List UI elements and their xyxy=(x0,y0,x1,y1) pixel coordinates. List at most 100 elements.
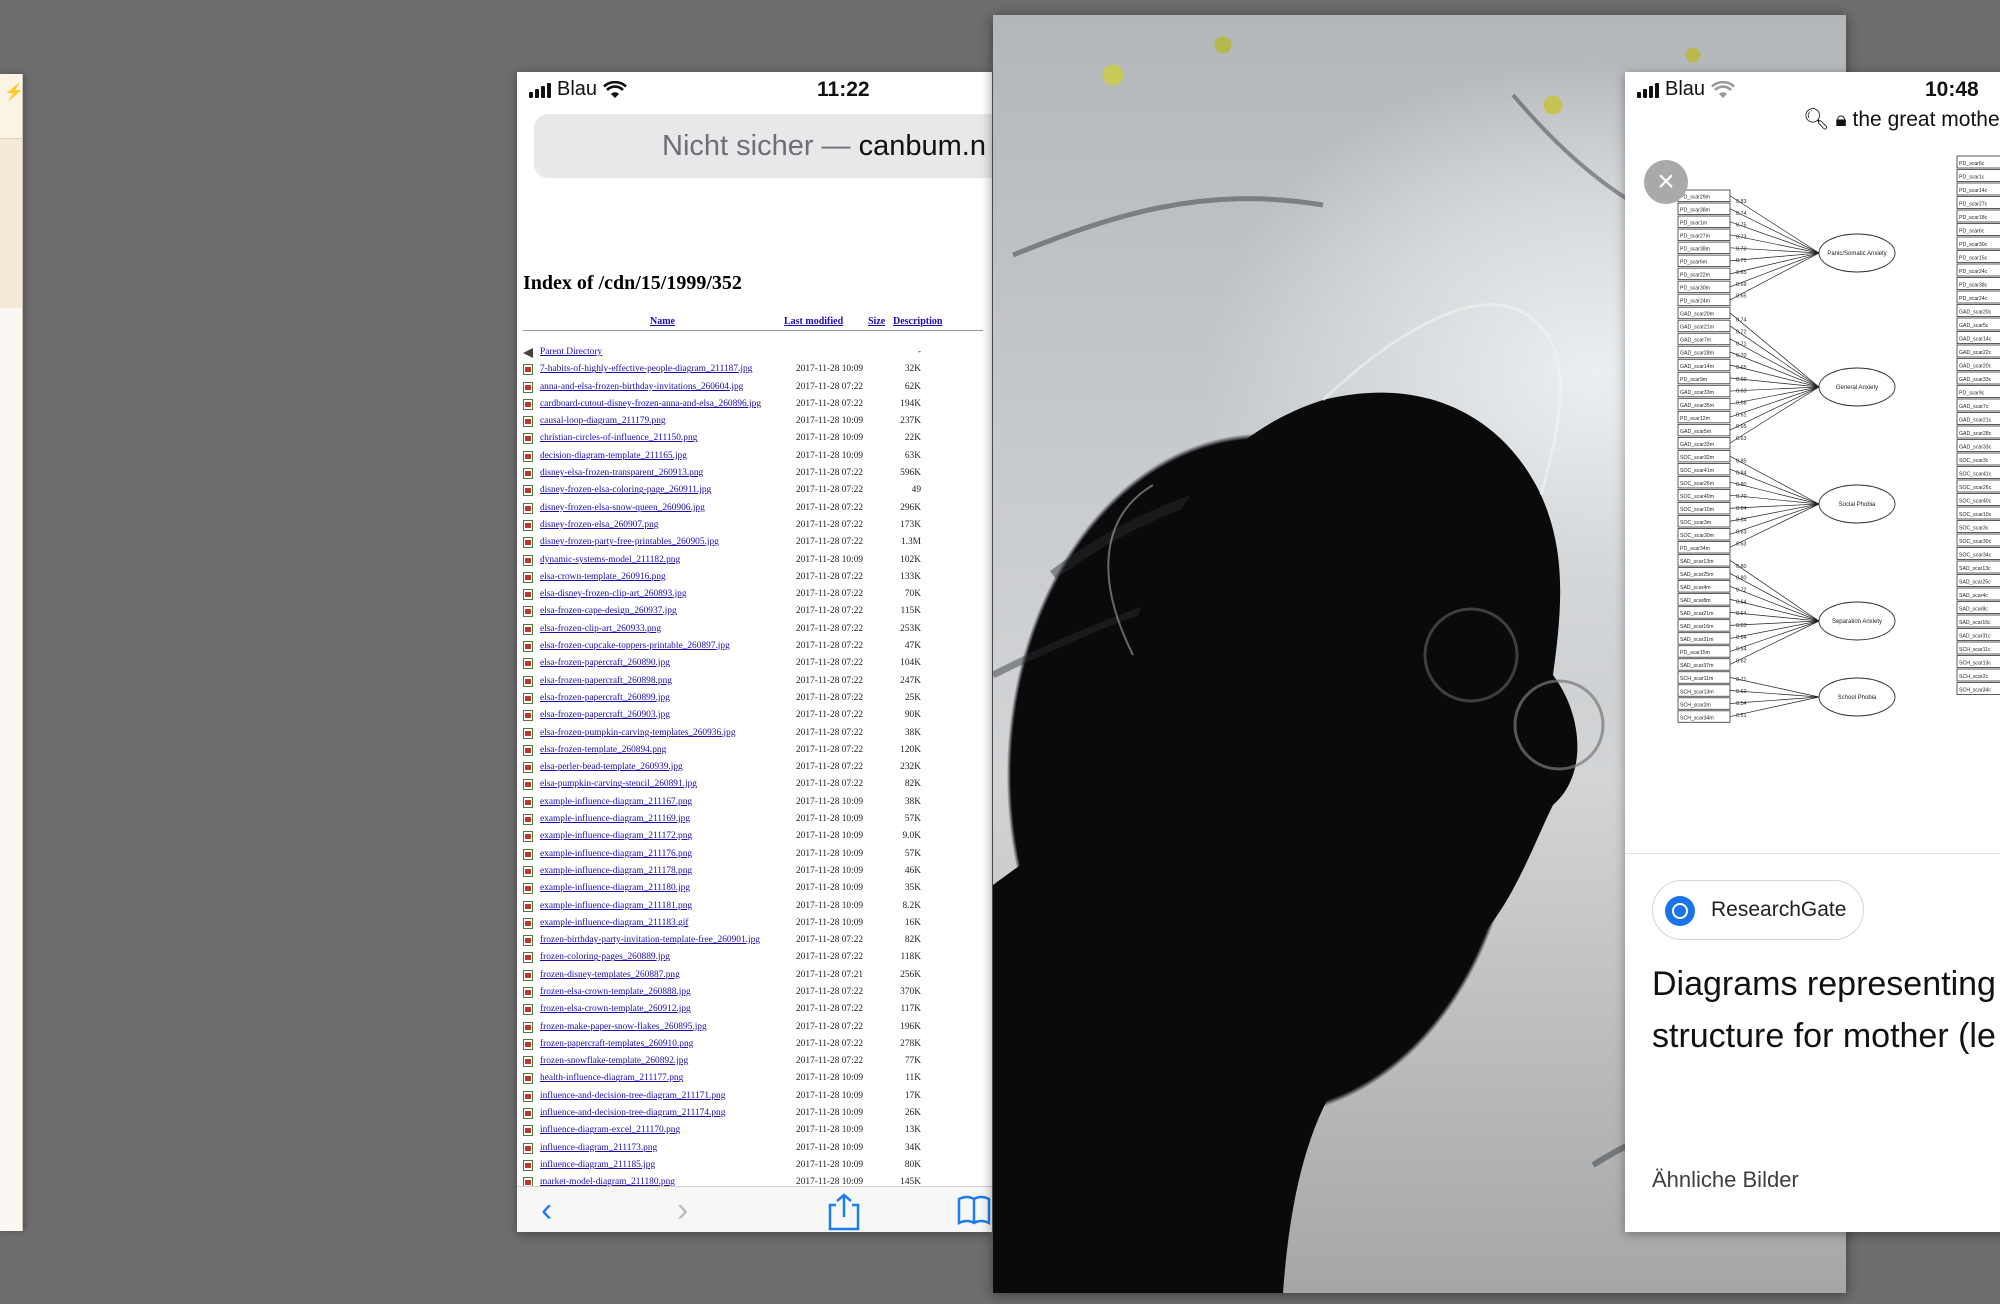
share-icon[interactable] xyxy=(827,1193,861,1231)
file-row[interactable]: frozen-elsa-crown-template_260888.jpg 201… xyxy=(523,984,992,1001)
file-link[interactable]: 7-habits-of-highly-effective-people-diag… xyxy=(540,361,752,378)
file-row[interactable]: elsa-frozen-papercraft_260899.jpg 2017-11… xyxy=(523,690,992,707)
file-row[interactable]: cardboard-cutout-disney-frozen-anna-and-… xyxy=(523,396,992,413)
file-link[interactable]: elsa-frozen-cupcake-toppers-printable_26… xyxy=(540,638,730,655)
file-row[interactable]: elsa-perler-bead-template_260939.jpg 2017… xyxy=(523,759,992,776)
file-row[interactable]: disney-frozen-elsa_260907.png 2017-11-28 … xyxy=(523,517,992,534)
file-row[interactable]: decision-diagram-template_211165.jpg 2017… xyxy=(523,448,992,465)
image-search-card[interactable]: Blau 10:48 🔍︎ 🔒︎ the great mother PD_sca… xyxy=(1625,72,2000,1232)
file-row[interactable]: frozen-birthday-party-invitation-templat… xyxy=(523,932,992,949)
file-link[interactable]: frozen-snowflake-template_260892.jpg xyxy=(540,1053,688,1070)
file-link[interactable]: decision-diagram-template_211165.jpg xyxy=(540,448,687,465)
file-row[interactable]: elsa-crown-template_260916.png 2017-11-28… xyxy=(523,569,992,586)
file-link[interactable]: disney-frozen-elsa-coloring-page_260911.… xyxy=(540,482,711,499)
file-row[interactable]: elsa-frozen-cupcake-toppers-printable_26… xyxy=(523,638,992,655)
search-query-bar[interactable]: 🔍︎ 🔒︎ the great mother xyxy=(1803,108,2000,132)
file-link[interactable]: frozen-disney-templates_260887.png xyxy=(540,967,680,984)
file-link[interactable]: elsa-perler-bead-template_260939.jpg xyxy=(540,759,683,776)
file-row[interactable]: frozen-disney-templates_260887.png 2017-1… xyxy=(523,967,992,984)
file-row[interactable]: frozen-papercraft-templates_260910.png 20… xyxy=(523,1036,992,1053)
file-link[interactable]: example-influence-diagram_211172.png xyxy=(540,828,692,845)
file-row[interactable]: frozen-make-paper-snow-flakes_260895.jpg… xyxy=(523,1019,992,1036)
file-row[interactable]: market-model-diagram_211180.png 2017-11-2… xyxy=(523,1174,992,1186)
forward-button[interactable]: › xyxy=(677,1193,688,1227)
file-link[interactable]: disney-frozen-elsa_260907.png xyxy=(540,517,658,534)
file-row[interactable]: example-influence-diagram_211172.png 2017… xyxy=(523,828,992,845)
file-link[interactable]: elsa-frozen-template_260894.png xyxy=(540,742,666,759)
file-link[interactable]: anna-and-elsa-frozen-birthday-invitation… xyxy=(540,379,743,396)
file-row[interactable]: influence-and-decision-tree-diagram_2111… xyxy=(523,1105,992,1122)
file-row[interactable]: elsa-frozen-pumpkin-carving-templates_26… xyxy=(523,725,992,742)
back-button[interactable]: ‹ xyxy=(541,1193,552,1227)
file-link[interactable]: health-influence-diagram_211177.png xyxy=(540,1070,683,1087)
file-link[interactable]: example-influence-diagram_211178.png xyxy=(540,863,692,880)
source-chip[interactable]: ResearchGate xyxy=(1652,880,1864,940)
file-row[interactable]: disney-frozen-elsa-coloring-page_260911.… xyxy=(523,482,992,499)
close-button[interactable]: × xyxy=(1644,160,1688,204)
file-row[interactable]: elsa-frozen-papercraft_260903.jpg 2017-11… xyxy=(523,707,992,724)
file-row[interactable]: anna-and-elsa-frozen-birthday-invitation… xyxy=(523,379,992,396)
file-row[interactable]: elsa-frozen-papercraft_260898.png 2017-11… xyxy=(523,673,992,690)
file-row[interactable]: disney-elsa-frozen-transparent_260913.pn… xyxy=(523,465,992,482)
file-link[interactable]: frozen-elsa-crown-template_260912.jpg xyxy=(540,1001,691,1018)
file-link[interactable]: causal-loop-diagram_211179.png xyxy=(540,413,666,430)
file-link[interactable]: elsa-frozen-papercraft_260899.jpg xyxy=(540,690,670,707)
bookmarks-icon[interactable] xyxy=(957,1193,991,1227)
result-image[interactable]: PD_scar29m PD_scar38m PD_scar1m PD_scar27m P… xyxy=(1625,142,2000,854)
result-title[interactable]: Diagrams representing structure for moth… xyxy=(1652,958,2000,1062)
file-link[interactable]: market-model-diagram_211180.png xyxy=(540,1174,675,1186)
column-name[interactable]: Name xyxy=(650,316,675,327)
file-row[interactable]: causal-loop-diagram_211179.png 2017-11-28… xyxy=(523,413,992,430)
file-link[interactable]: elsa-frozen-papercraft_260890.jpg xyxy=(540,655,670,672)
file-link[interactable]: frozen-elsa-crown-template_260888.jpg xyxy=(540,984,691,1001)
file-link[interactable]: cardboard-cutout-disney-frozen-anna-and-… xyxy=(540,396,761,413)
file-row[interactable]: elsa-frozen-clip-art_260933.png 2017-11-2… xyxy=(523,621,992,638)
file-row[interactable]: disney-frozen-elsa-snow-queen_260906.jpg… xyxy=(523,500,992,517)
file-link[interactable]: example-influence-diagram_211180.jpg xyxy=(540,880,690,897)
file-row[interactable]: elsa-pumpkin-carving-stencil_260891.jpg 2… xyxy=(523,776,992,793)
file-link[interactable]: frozen-papercraft-templates_260910.png xyxy=(540,1036,693,1053)
file-link[interactable]: elsa-frozen-cape-design_260937.jpg xyxy=(540,603,677,620)
file-row[interactable]: elsa-frozen-papercraft_260890.jpg 2017-11… xyxy=(523,655,992,672)
file-row[interactable]: disney-frozen-party-free-printables_2609… xyxy=(523,534,992,551)
file-row[interactable]: example-influence-diagram_211169.jpg 2017… xyxy=(523,811,992,828)
column-last-modified[interactable]: Last modified xyxy=(784,316,843,327)
file-link[interactable]: elsa-frozen-papercraft_260898.png xyxy=(540,673,672,690)
column-description[interactable]: Description xyxy=(893,316,942,327)
file-link[interactable]: example-influence-diagram_211181.png xyxy=(540,898,692,915)
file-link[interactable]: example-influence-diagram_211169.jpg xyxy=(540,811,690,828)
file-link[interactable]: example-influence-diagram_211183.gif xyxy=(540,915,688,932)
file-row[interactable]: elsa-disney-frozen-clip-art_260893.jpg 20… xyxy=(523,586,992,603)
parent-directory-link[interactable]: Parent Directory xyxy=(540,344,602,361)
file-link[interactable]: influence-diagram_211185.jpg xyxy=(540,1157,655,1174)
file-link[interactable]: elsa-crown-template_260916.png xyxy=(540,569,666,586)
file-link[interactable]: frozen-coloring-pages_260889.jpg xyxy=(540,949,670,966)
file-link[interactable]: influence-diagram-excel_211170.png xyxy=(540,1122,680,1139)
address-bar[interactable]: Nicht sicher — canbum.n xyxy=(534,114,992,178)
file-row[interactable]: example-influence-diagram_211176.png 2017… xyxy=(523,846,992,863)
file-row[interactable]: influence-diagram_211173.png 2017-11-28 1… xyxy=(523,1140,992,1157)
file-link[interactable]: influence-and-decision-tree-diagram_2111… xyxy=(540,1088,725,1105)
file-link[interactable]: frozen-make-paper-snow-flakes_260895.jpg xyxy=(540,1019,707,1036)
file-row[interactable]: frozen-snowflake-template_260892.jpg 2017… xyxy=(523,1053,992,1070)
file-row[interactable]: christian-circles-of-influence_211150.pn… xyxy=(523,430,992,447)
file-link[interactable]: example-influence-diagram_211176.png xyxy=(540,846,692,863)
file-row[interactable]: influence-and-decision-tree-diagram_2111… xyxy=(523,1088,992,1105)
file-link[interactable]: disney-elsa-frozen-transparent_260913.pn… xyxy=(540,465,703,482)
parent-directory-row[interactable]: Parent Directory - xyxy=(523,344,992,361)
file-row[interactable]: 7-habits-of-highly-effective-people-diag… xyxy=(523,361,992,378)
background-card[interactable]: ⚡ xyxy=(0,74,24,1231)
file-link[interactable]: frozen-birthday-party-invitation-templat… xyxy=(540,932,760,949)
file-row[interactable]: influence-diagram_211185.jpg 2017-11-28 1… xyxy=(523,1157,992,1174)
file-link[interactable]: elsa-frozen-pumpkin-carving-templates_26… xyxy=(540,725,736,742)
file-row[interactable]: frozen-elsa-crown-template_260912.jpg 201… xyxy=(523,1001,992,1018)
file-link[interactable]: disney-frozen-elsa-snow-queen_260906.jpg xyxy=(540,500,705,517)
file-link[interactable]: example-influence-diagram_211167.png xyxy=(540,794,692,811)
file-row[interactable]: example-influence-diagram_211181.png 2017… xyxy=(523,898,992,915)
file-link[interactable]: elsa-frozen-clip-art_260933.png xyxy=(540,621,661,638)
file-row[interactable]: health-influence-diagram_211177.png 2017-… xyxy=(523,1070,992,1087)
similar-images-label[interactable]: Ähnliche Bilder xyxy=(1652,1167,1799,1193)
file-link[interactable]: elsa-pumpkin-carving-stencil_260891.jpg xyxy=(540,776,697,793)
file-row[interactable]: example-influence-diagram_211167.png 2017… xyxy=(523,794,992,811)
file-row[interactable]: influence-diagram-excel_211170.png 2017-1… xyxy=(523,1122,992,1139)
